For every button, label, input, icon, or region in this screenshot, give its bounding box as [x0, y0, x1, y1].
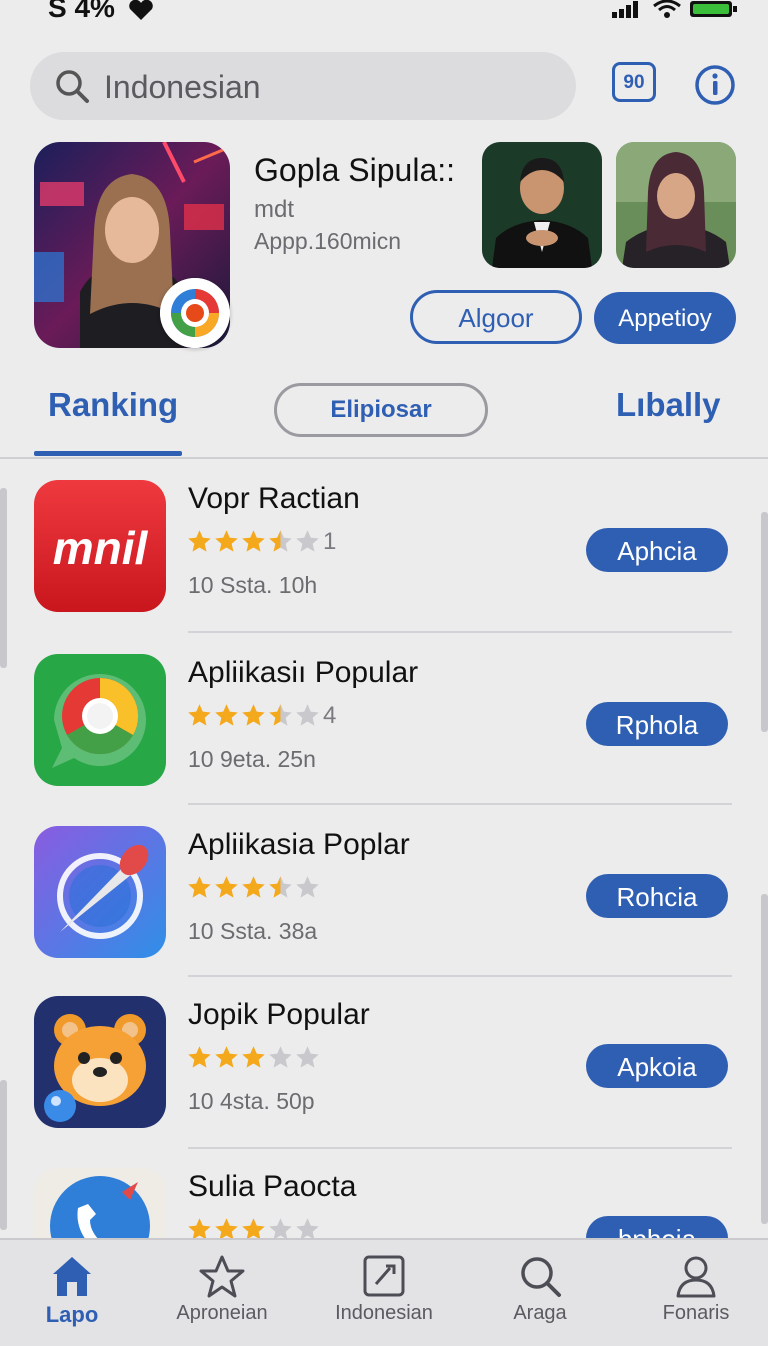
star-full-icon: [242, 876, 265, 898]
row-divider: [188, 803, 732, 805]
tab-elipiosar[interactable]: Elipiosar: [274, 383, 488, 437]
app-meta: 10 Ssta. 38a: [188, 918, 318, 944]
star-full-icon: [188, 704, 211, 726]
pen-square-icon: [363, 1255, 405, 1297]
search-input[interactable]: [102, 62, 546, 112]
star-full-icon: [188, 876, 211, 898]
row-divider: [188, 975, 732, 977]
nav-item-araga[interactable]: Araga: [470, 1240, 610, 1346]
featured-thumbnail-2[interactable]: [616, 142, 736, 268]
row-divider: [188, 631, 732, 633]
search-bar[interactable]: [30, 52, 576, 120]
row-divider: [188, 1147, 732, 1149]
info-icon[interactable]: [694, 64, 736, 106]
app-name: Jopik Popular: [188, 998, 370, 1031]
featured-title: Gopla Sipula::: [254, 152, 456, 188]
search-icon: [521, 1257, 561, 1297]
app-name: Sulia Paocta: [188, 1170, 357, 1203]
star-empty-icon: [296, 530, 319, 552]
nav-label: Lapo: [45, 1302, 99, 1327]
featured-subtitle: mdt: [254, 196, 295, 223]
star-rating: [186, 874, 323, 902]
star-half-icon: [269, 876, 292, 898]
star-half-icon: [269, 530, 292, 552]
nav-item-indonesian[interactable]: Indonesian: [314, 1240, 454, 1346]
star-rating: 1: [186, 528, 336, 556]
tab-lubally[interactable]: Lıbally: [616, 386, 721, 424]
star-full-icon: [242, 704, 265, 726]
list-item[interactable]: Apliikasia Poplar 10 Ssta. 38a Rohcia: [0, 826, 768, 998]
appetioy-button[interactable]: Appetioy: [594, 292, 736, 344]
status-left: S 4%: [48, 0, 155, 24]
nav-item-lapo[interactable]: Lapo: [2, 1240, 142, 1346]
star-empty-icon: [269, 1046, 292, 1068]
nav-item-apronean[interactable]: Apronеian: [152, 1240, 292, 1346]
badge-button[interactable]: 90: [612, 62, 656, 102]
battery-icon: [690, 1, 737, 17]
signal-icon: [612, 1, 638, 18]
app-name: Apliikasiı Popular: [188, 656, 419, 689]
nav-label: Fonaris: [662, 1302, 730, 1324]
status-bar: S 4%: [0, 0, 768, 30]
star-empty-icon: [296, 876, 319, 898]
app-meta: 10 9eta. 25n: [188, 746, 316, 772]
star-full-icon: [242, 530, 265, 552]
star-rating: [186, 1044, 323, 1072]
heart-icon: [129, 0, 153, 20]
search-icon: [56, 70, 89, 103]
star-full-icon: [215, 876, 238, 898]
bottom-nav: Lapo Apronеian Indonesian Araga Fonaris: [0, 1238, 768, 1346]
person-icon: [676, 1256, 716, 1298]
featured-meta: Appp.160micn: [254, 228, 402, 254]
app-action-button[interactable]: Aphcia: [586, 528, 728, 572]
app-name: Vopr Ractian: [188, 482, 360, 515]
star-half-icon: [269, 704, 292, 726]
star-full-icon: [215, 1046, 238, 1068]
compass-icon: [34, 826, 166, 958]
wifi-icon: [653, 0, 681, 18]
nav-label: Indonesian: [335, 1302, 433, 1324]
star-full-icon: [188, 1046, 211, 1068]
star-rating: 4: [186, 702, 336, 730]
tabs-divider: [0, 457, 768, 459]
algoor-button[interactable]: Algoor: [410, 290, 582, 344]
app-action-button[interactable]: Rohcia: [586, 874, 728, 918]
star-empty-icon: [296, 1046, 319, 1068]
list-item[interactable]: mnil Vopr Ractian 1 10 Ssta. 10h Aphcia: [0, 480, 768, 652]
star-icon: [199, 1255, 245, 1298]
featured-badge-icon: [160, 278, 230, 348]
rating-number: 1: [323, 528, 337, 555]
mail-icon: mnil: [34, 480, 166, 612]
tab-ranking[interactable]: Ranking: [48, 386, 178, 424]
battery-percent-text: S 4%: [48, 0, 115, 23]
rating-number: 4: [323, 702, 337, 729]
app-meta: 10 Ssta. 10h: [188, 572, 318, 598]
app-meta: 10 4sta. 50p: [188, 1088, 315, 1114]
app-action-button[interactable]: Apkoia: [586, 1044, 728, 1088]
nav-item-fonaris[interactable]: Fonaris: [626, 1240, 766, 1346]
star-full-icon: [215, 704, 238, 726]
thumbnail-woman-image: [616, 142, 736, 268]
mail-icon-text: mnil: [53, 522, 149, 574]
active-tab-indicator: [34, 451, 182, 456]
thumbnail-man-image: [482, 142, 602, 268]
featured-thumbnail-1[interactable]: [482, 142, 602, 268]
hamster-icon: [34, 996, 166, 1128]
list-item[interactable]: Jopik Popular 10 4sta. 50p Apkoia: [0, 996, 768, 1168]
app-action-button[interactable]: Rphola: [586, 702, 728, 746]
app-name: Apliikasia Poplar: [188, 828, 410, 861]
nav-label: Apronеian: [176, 1302, 268, 1324]
star-full-icon: [188, 530, 211, 552]
nav-label: Araga: [513, 1302, 567, 1324]
star-full-icon: [215, 530, 238, 552]
star-empty-icon: [296, 704, 319, 726]
chat-browser-icon: [34, 654, 166, 786]
home-icon: [53, 1257, 91, 1296]
star-full-icon: [242, 1046, 265, 1068]
list-item[interactable]: Apliikasiı Popular 4 10 9eta. 25n Rphola: [0, 654, 768, 826]
